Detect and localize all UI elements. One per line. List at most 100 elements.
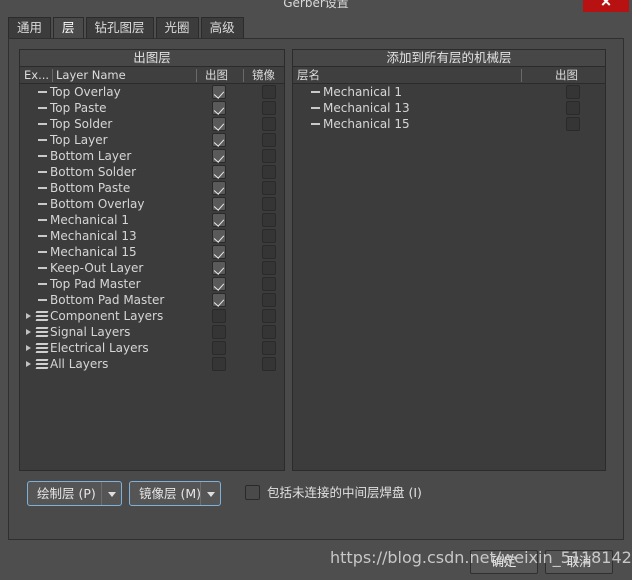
table-row[interactable]: Mechanical 1 <box>293 84 605 100</box>
mirror-checkbox[interactable] <box>262 245 276 259</box>
layer-name: Mechanical 15 <box>323 117 410 131</box>
plot-checkbox[interactable] <box>212 341 226 355</box>
chevron-right-icon[interactable] <box>26 313 31 319</box>
column-plot: 出图 <box>205 68 228 82</box>
mirror-checkbox[interactable] <box>262 165 276 179</box>
title-bar: Gerber设置 <box>0 0 632 14</box>
table-row[interactable]: Bottom Pad Master <box>20 292 284 308</box>
chevron-down-icon[interactable] <box>200 482 220 505</box>
include-unconnected-pads-checkbox[interactable] <box>245 485 260 500</box>
tab-2[interactable]: 钻孔图层 <box>85 17 154 38</box>
plot-checkbox[interactable] <box>212 277 226 291</box>
plot-checkbox[interactable] <box>212 261 226 275</box>
layer-name: Top Overlay <box>50 85 121 99</box>
plot-checkbox[interactable] <box>212 117 226 131</box>
table-row[interactable]: Mechanical 1 <box>20 212 284 228</box>
tab-1[interactable]: 层 <box>53 17 84 38</box>
chevron-right-icon[interactable] <box>26 345 31 351</box>
tab-4[interactable]: 高级 <box>200 17 244 38</box>
plot-checkbox[interactable] <box>566 85 580 99</box>
plot-checkbox[interactable] <box>212 357 226 371</box>
table-row[interactable]: Signal Layers <box>20 324 284 340</box>
table-row[interactable]: Mechanical 15 <box>293 116 605 132</box>
plot-checkbox[interactable] <box>212 197 226 211</box>
table-row[interactable]: Component Layers <box>20 308 284 324</box>
mirror-checkbox[interactable] <box>262 149 276 163</box>
table-row[interactable]: Keep-Out Layer <box>20 260 284 276</box>
chevron-right-icon[interactable] <box>26 329 31 335</box>
plot-layers-button[interactable]: 绘制层 (P) <box>27 481 122 506</box>
chevron-down-icon[interactable] <box>101 482 121 505</box>
tab-3[interactable]: 光圈 <box>155 17 199 38</box>
plot-layers-panel: 出图层 Ex... Layer Name 出图 镜像 Top Overlay To… <box>19 49 285 471</box>
mirror-layers-button[interactable]: 镜像层 (M) <box>129 481 221 506</box>
table-row[interactable]: Bottom Layer <box>20 148 284 164</box>
plot-checkbox[interactable] <box>212 149 226 163</box>
plot-checkbox[interactable] <box>212 133 226 147</box>
mirror-checkbox[interactable] <box>262 357 276 371</box>
mirror-checkbox[interactable] <box>262 261 276 275</box>
table-row[interactable]: Mechanical 15 <box>20 244 284 260</box>
table-row[interactable]: Mechanical 13 <box>20 228 284 244</box>
table-row[interactable]: Top Overlay <box>20 84 284 100</box>
layer-name: Bottom Overlay <box>50 197 145 211</box>
table-row[interactable]: Top Paste <box>20 100 284 116</box>
mirror-checkbox[interactable] <box>262 213 276 227</box>
plot-checkbox[interactable] <box>212 325 226 339</box>
mirror-checkbox[interactable] <box>262 133 276 147</box>
mirror-checkbox[interactable] <box>262 85 276 99</box>
mirror-checkbox[interactable] <box>262 325 276 339</box>
tab-label: 高级 <box>209 20 235 35</box>
layer-name: Electrical Layers <box>50 341 149 355</box>
tab-label: 钻孔图层 <box>94 20 145 35</box>
plot-checkbox[interactable] <box>212 293 226 307</box>
mirror-checkbox[interactable] <box>262 293 276 307</box>
tab-label: 层 <box>62 20 75 35</box>
table-row[interactable]: Bottom Solder <box>20 164 284 180</box>
mirror-checkbox[interactable] <box>262 341 276 355</box>
plot-checkbox[interactable] <box>212 245 226 259</box>
plot-checkbox[interactable] <box>212 85 226 99</box>
plot-checkbox[interactable] <box>212 101 226 115</box>
include-unconnected-pads-label: 包括未连接的中间层焊盘 (I) <box>267 485 422 500</box>
table-row[interactable]: Mechanical 13 <box>293 100 605 116</box>
layer-name: All Layers <box>50 357 109 371</box>
column-plot-r: 出图 <box>555 68 578 82</box>
plot-checkbox[interactable] <box>212 309 226 323</box>
plot-checkbox[interactable] <box>566 117 580 131</box>
table-row[interactable]: All Layers <box>20 356 284 372</box>
table-row[interactable]: Bottom Overlay <box>20 196 284 212</box>
layer-line-icon <box>38 283 47 285</box>
ok-button[interactable]: 确定 <box>470 550 538 574</box>
chevron-right-icon[interactable] <box>26 361 31 367</box>
table-row[interactable]: Top Pad Master <box>20 276 284 292</box>
table-row[interactable]: Top Solder <box>20 116 284 132</box>
tab-0[interactable]: 通用 <box>8 17 52 38</box>
table-row[interactable]: Bottom Paste <box>20 180 284 196</box>
mirror-checkbox[interactable] <box>262 181 276 195</box>
plot-checkbox[interactable] <box>212 213 226 227</box>
mirror-checkbox[interactable] <box>262 229 276 243</box>
cancel-button[interactable]: 取消 <box>545 550 613 574</box>
table-row[interactable]: Electrical Layers <box>20 340 284 356</box>
plot-checkbox[interactable] <box>566 101 580 115</box>
mirror-checkbox[interactable] <box>262 117 276 131</box>
column-divider-r1 <box>521 69 522 82</box>
mirror-layers-button-label: 镜像层 (M) <box>139 486 202 501</box>
mirror-checkbox[interactable] <box>262 309 276 323</box>
mirror-checkbox[interactable] <box>262 197 276 211</box>
mirror-checkbox[interactable] <box>262 277 276 291</box>
layer-stack-icon <box>35 343 49 354</box>
tab-label: 光圈 <box>164 20 190 35</box>
layer-line-icon <box>311 123 320 125</box>
plot-checkbox[interactable] <box>212 181 226 195</box>
table-row[interactable]: Top Layer <box>20 132 284 148</box>
window-title: Gerber设置 <box>283 0 349 10</box>
close-icon[interactable] <box>583 0 629 12</box>
mechanical-layers-list: Mechanical 1 Mechanical 13 Mechanical 15 <box>293 84 605 132</box>
column-divider-1 <box>52 69 53 82</box>
layer-name: Top Paste <box>50 101 107 115</box>
mirror-checkbox[interactable] <box>262 101 276 115</box>
plot-checkbox[interactable] <box>212 165 226 179</box>
plot-checkbox[interactable] <box>212 229 226 243</box>
